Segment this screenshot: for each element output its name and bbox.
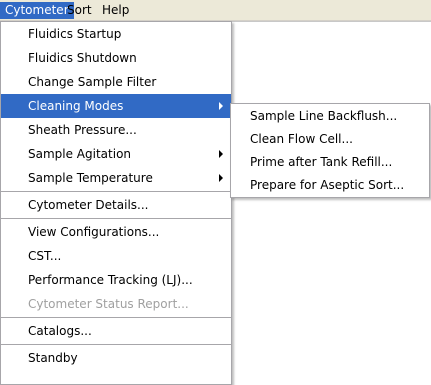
cleaning-modes-submenu: Sample Line Backflush... Clean Flow Cell… <box>230 103 430 198</box>
submenu-item-clean-flow-cell[interactable]: Clean Flow Cell... <box>231 128 429 151</box>
menu-sort[interactable]: Sort <box>62 2 97 19</box>
menu-item-cytometer-details[interactable]: Cytometer Details... <box>1 193 231 217</box>
menu-bar: Cytometer Sort Help <box>0 0 431 21</box>
menu-item-catalogs[interactable]: Catalogs... <box>1 319 231 343</box>
submenu-arrow-icon <box>219 102 223 110</box>
menu-item-sheath-pressure[interactable]: Sheath Pressure... <box>1 118 231 142</box>
menu-item-label: Sample Agitation <box>28 147 132 161</box>
submenu-item-prime-after-tank-refill[interactable]: Prime after Tank Refill... <box>231 151 429 174</box>
submenu-arrow-icon <box>219 174 223 182</box>
menu-item-view-configurations[interactable]: View Configurations... <box>1 220 231 244</box>
menu-item-cleaning-modes[interactable]: Cleaning Modes <box>1 94 231 118</box>
menu-item-fluidics-startup[interactable]: Fluidics Startup <box>1 22 231 46</box>
menu-item-label: Sample Temperature <box>28 171 153 185</box>
menu-item-standby[interactable]: Standby <box>1 346 231 370</box>
menu-item-cytometer-status-report: Cytometer Status Report... <box>28 297 189 311</box>
background-divider <box>232 21 431 22</box>
submenu-item-prepare-for-aseptic-sort[interactable]: Prepare for Aseptic Sort... <box>231 174 429 197</box>
menu-item-label: Cleaning Modes <box>28 99 124 113</box>
submenu-item-sample-line-backflush[interactable]: Sample Line Backflush... <box>231 105 429 128</box>
menu-help[interactable]: Help <box>97 2 134 19</box>
submenu-arrow-icon <box>219 150 223 158</box>
menu-item-cst[interactable]: CST... <box>1 244 231 268</box>
cytometer-menu: Fluidics Startup Fluidics Shutdown Chang… <box>0 21 232 385</box>
menu-item-sample-agitation[interactable]: Sample Agitation <box>1 142 231 166</box>
menu-item-change-sample-filter[interactable]: Change Sample Filter <box>1 70 231 94</box>
menu-item-sample-temperature[interactable]: Sample Temperature <box>1 166 231 190</box>
menu-item-performance-tracking[interactable]: Performance Tracking (LJ)... <box>1 268 231 292</box>
menu-item-fluidics-shutdown[interactable]: Fluidics Shutdown <box>1 46 231 70</box>
